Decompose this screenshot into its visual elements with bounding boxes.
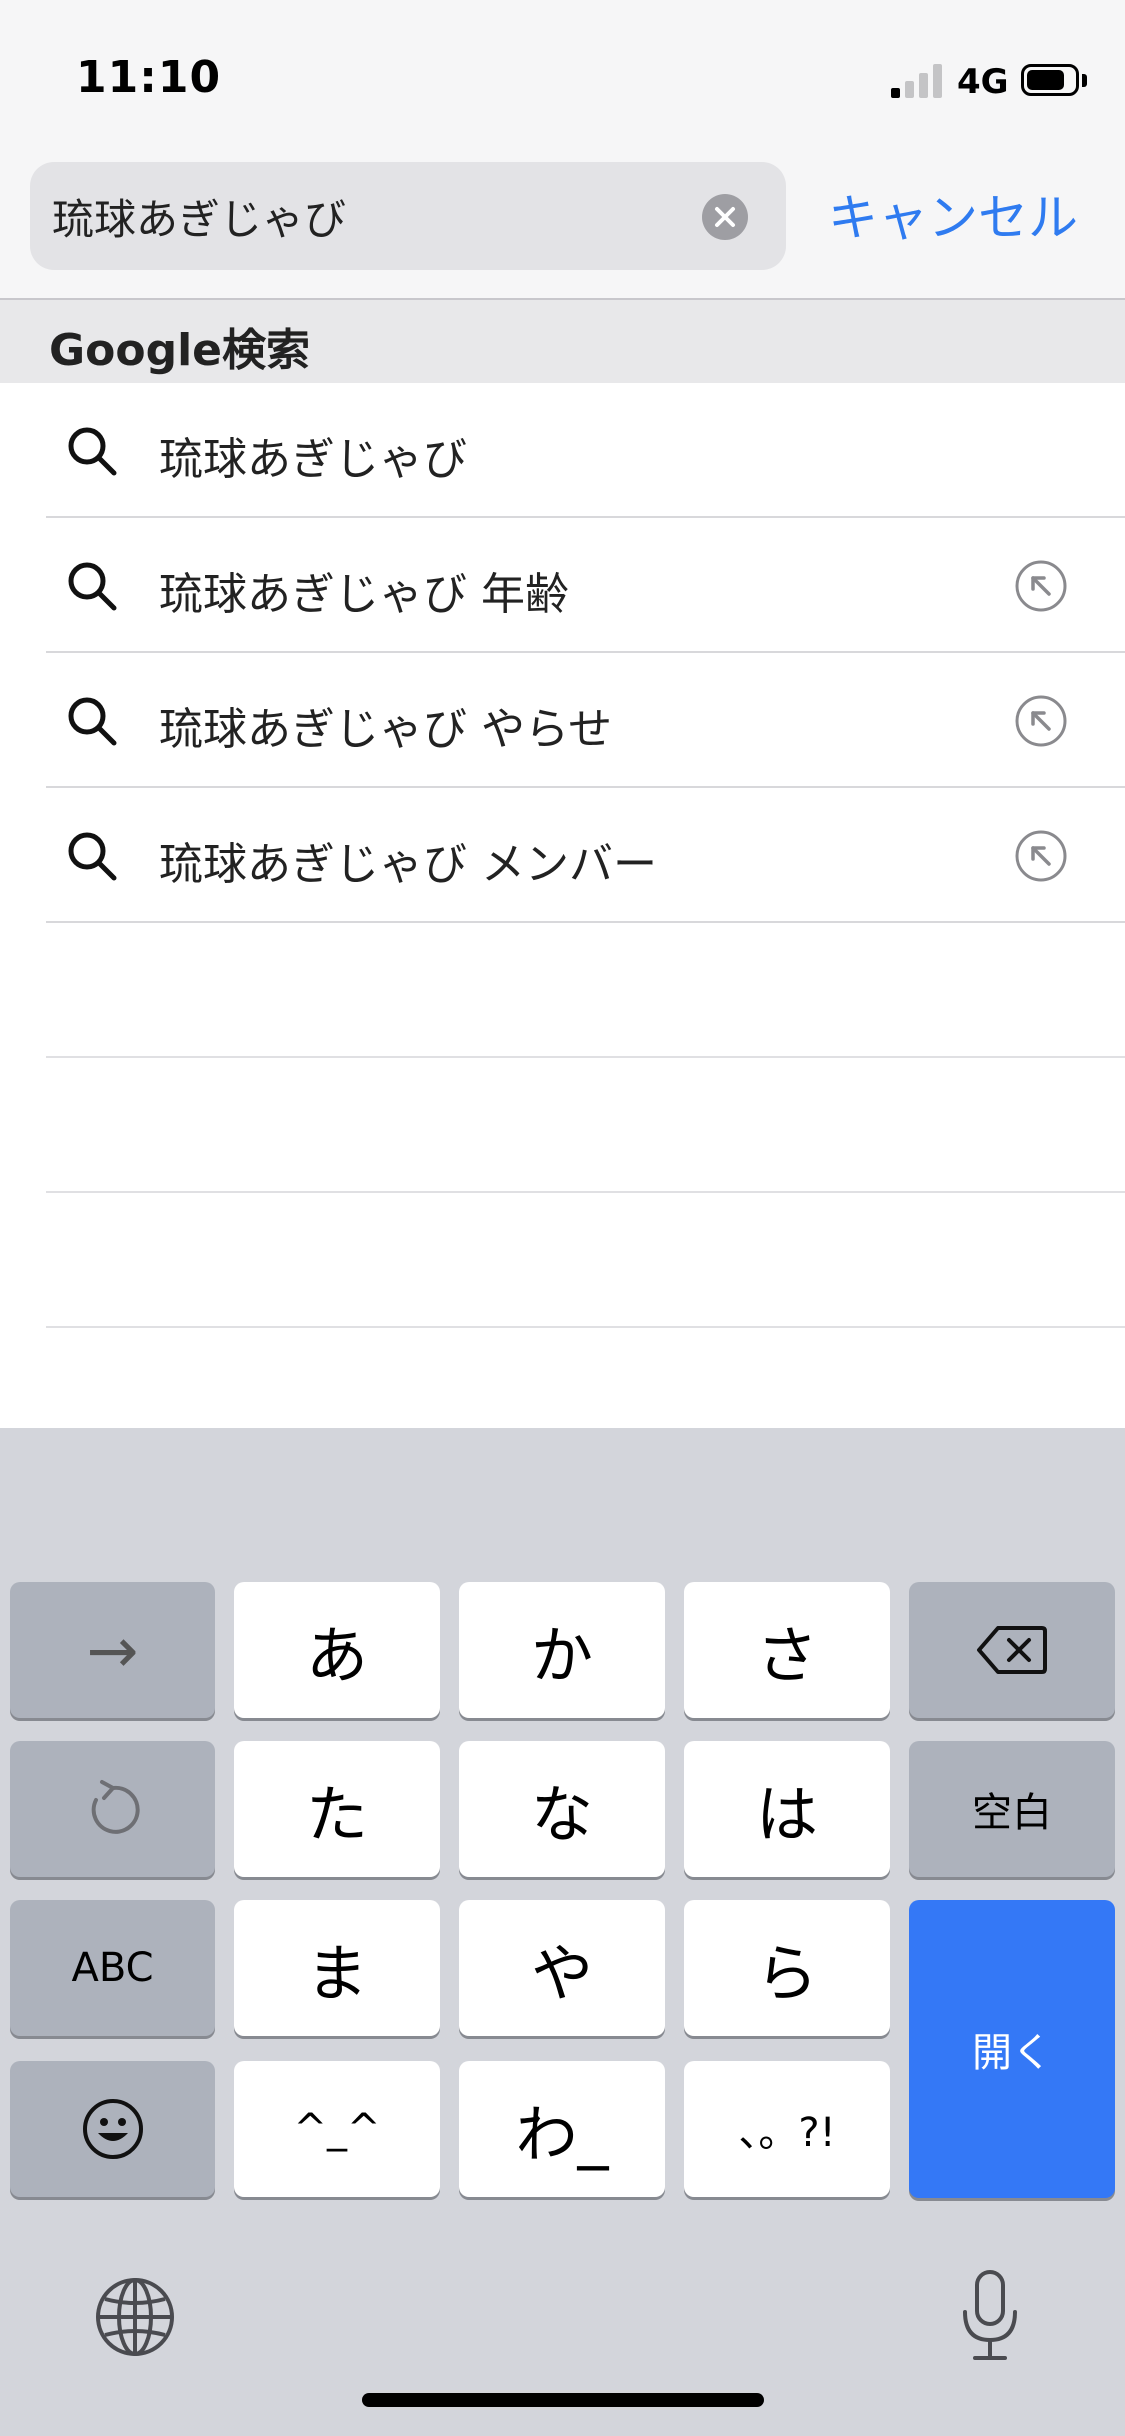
kana-key-ta[interactable]: た bbox=[234, 1741, 440, 1877]
suggestion-text: 琉球あぎじゃび 年齢 bbox=[159, 569, 569, 620]
fill-query-arrow-icon[interactable] bbox=[1013, 558, 1069, 614]
kana-key-ma[interactable]: ま bbox=[234, 1900, 440, 2036]
emoji-key[interactable] bbox=[10, 2061, 215, 2197]
search-icon bbox=[68, 562, 117, 611]
fill-query-arrow-icon[interactable] bbox=[1013, 828, 1069, 884]
abc-label: ABC bbox=[71, 1945, 154, 1991]
punctuation-key[interactable]: 、。?! bbox=[684, 2061, 890, 2197]
suggestion-text: 琉球あぎじゃび メンバー bbox=[159, 839, 657, 890]
cancel-button[interactable]: キャンセル bbox=[828, 178, 1078, 250]
open-label: 開く bbox=[972, 2030, 1052, 2076]
empty-row bbox=[0, 1193, 1125, 1328]
key-label: や bbox=[530, 1937, 593, 2010]
kana-key-sa[interactable]: さ bbox=[684, 1582, 890, 1718]
section-title: Google検索 bbox=[49, 325, 310, 376]
suggestion-text: 琉球あぎじゃび やらせ bbox=[159, 704, 613, 755]
search-icon bbox=[68, 832, 117, 881]
globe-icon[interactable] bbox=[93, 2275, 177, 2359]
key-label: ま bbox=[305, 1937, 368, 2010]
network-type: 4G bbox=[957, 62, 1009, 102]
close-icon bbox=[715, 207, 735, 227]
kana-key-ka[interactable]: か bbox=[459, 1582, 665, 1718]
key-label: ^_^ bbox=[293, 2106, 381, 2152]
undo-key[interactable] bbox=[10, 1741, 215, 1877]
search-icon bbox=[68, 427, 117, 476]
kana-key-ha[interactable]: は bbox=[684, 1741, 890, 1877]
suggestion-item[interactable]: 琉球あぎじゃび メンバー bbox=[0, 788, 1125, 923]
section-header: Google検索 bbox=[0, 300, 1125, 383]
kana-key-wa[interactable]: わ_ bbox=[459, 2061, 665, 2197]
key-label: は bbox=[755, 1778, 818, 1851]
kana-key-a[interactable]: あ bbox=[234, 1582, 440, 1718]
kana-key-na[interactable]: な bbox=[459, 1741, 665, 1877]
suggestion-item[interactable]: 琉球あぎじゃび やらせ bbox=[0, 653, 1125, 788]
space-key[interactable]: 空白 bbox=[909, 1741, 1115, 1877]
search-icon bbox=[68, 697, 117, 746]
key-label: た bbox=[305, 1778, 368, 1851]
undo-icon bbox=[91, 1780, 140, 1834]
kana-key-ra[interactable]: ら bbox=[684, 1900, 890, 2036]
signal-strength-icon bbox=[891, 64, 943, 98]
space-label: 空白 bbox=[972, 1790, 1052, 1836]
key-label: わ_ bbox=[515, 2098, 609, 2171]
battery-icon bbox=[1021, 64, 1079, 96]
empty-row bbox=[0, 1058, 1125, 1193]
key-label: 、。?! bbox=[738, 2110, 836, 2156]
empty-row bbox=[0, 923, 1125, 1058]
open-return-key[interactable]: 開く bbox=[909, 1900, 1115, 2198]
search-input[interactable] bbox=[52, 162, 692, 270]
emoji-icon bbox=[82, 2099, 143, 2159]
battery-cap bbox=[1082, 74, 1087, 87]
search-field[interactable] bbox=[30, 162, 786, 270]
suggestion-list: 琉球あぎじゃび 琉球あぎじゃび 年齢 琉球あぎじゃび やらせ 琉球あぎじゃび メ… bbox=[0, 383, 1125, 1328]
clear-search-button[interactable] bbox=[702, 194, 748, 240]
kaomoji-key[interactable]: ^_^ bbox=[234, 2061, 440, 2197]
fill-query-arrow-icon[interactable] bbox=[1013, 693, 1069, 749]
key-label: さ bbox=[755, 1619, 818, 1692]
delete-key[interactable] bbox=[909, 1582, 1115, 1718]
search-bar: キャンセル bbox=[0, 160, 1125, 300]
status-bar: 11:10 4G bbox=[0, 0, 1125, 160]
suggestion-item[interactable]: 琉球あぎじゃび bbox=[0, 383, 1125, 518]
suggestion-item[interactable]: 琉球あぎじゃび 年齢 bbox=[0, 518, 1125, 653]
key-label: あ bbox=[305, 1619, 368, 1692]
kana-key-ya[interactable]: や bbox=[459, 1900, 665, 2036]
arrow-right-label: → bbox=[86, 1613, 139, 1687]
status-time: 11:10 bbox=[76, 52, 222, 103]
delete-icon bbox=[977, 1626, 1047, 1674]
key-label: な bbox=[530, 1778, 593, 1851]
abc-key[interactable]: ABC bbox=[10, 1900, 215, 2036]
next-candidate-key[interactable]: → bbox=[10, 1582, 215, 1718]
home-indicator[interactable] bbox=[362, 2393, 764, 2407]
suggestion-text: 琉球あぎじゃび bbox=[159, 434, 467, 485]
key-label: ら bbox=[755, 1937, 818, 2010]
microphone-icon[interactable] bbox=[955, 2268, 1025, 2364]
key-label: か bbox=[530, 1619, 593, 1692]
